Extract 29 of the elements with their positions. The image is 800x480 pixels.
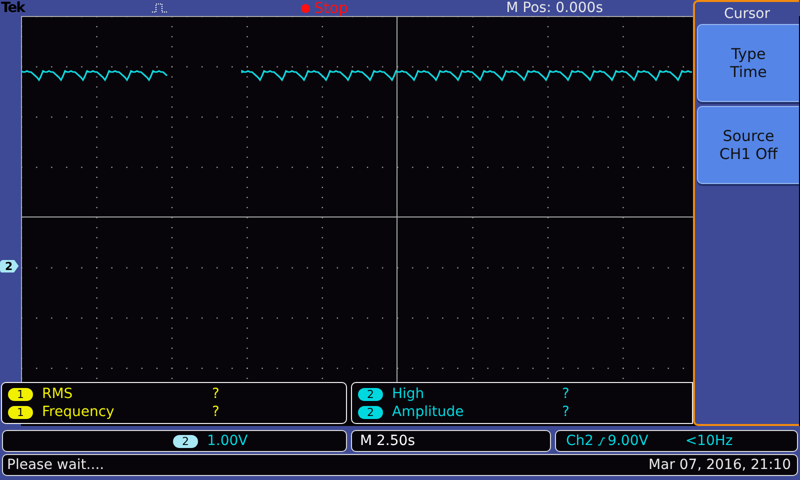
horizontal-position: M Pos: 0.000s: [506, 0, 603, 16]
rising-edge-icon: [596, 436, 605, 446]
measurement-name: RMS: [42, 386, 74, 402]
measurement-value: ?: [562, 404, 570, 420]
channel-badge: 1: [8, 388, 33, 400]
trigger-level: 9.00V: [608, 433, 648, 449]
acquisition-status-label: Stop: [314, 0, 348, 17]
time-per-division: M 2.50s: [360, 433, 415, 449]
trigger-source: Ch2: [566, 433, 594, 449]
date-time: Mar 07, 2016, 21:10: [648, 457, 791, 473]
measurement-name: High: [392, 386, 426, 402]
menu-button[interactable]: Source CH1 Off: [697, 106, 799, 184]
channel-badge: 2: [358, 406, 383, 418]
channel-badge: 1: [8, 406, 33, 418]
status-message: Please wait....: [7, 457, 104, 473]
channel-marker[interactable]: 2: [0, 260, 19, 272]
volts-per-division: 1.00V: [207, 433, 248, 449]
menu-button[interactable]: Type Time: [697, 24, 799, 102]
measurement-name: Frequency: [42, 404, 116, 420]
menu-title: Cursor: [722, 5, 772, 24]
measurement-value: ?: [212, 386, 220, 402]
channel-badge: 2: [173, 434, 198, 448]
trigger-frequency: <10Hz: [685, 433, 733, 449]
measurement-name: Amplitude: [392, 404, 465, 420]
brand-label: Tek: [1, 0, 26, 16]
trigger-pulse-icon: [151, 3, 169, 13]
channel-badge: 2: [358, 388, 383, 400]
measurement-value: ?: [212, 404, 220, 420]
measurement-value: ?: [562, 386, 570, 402]
